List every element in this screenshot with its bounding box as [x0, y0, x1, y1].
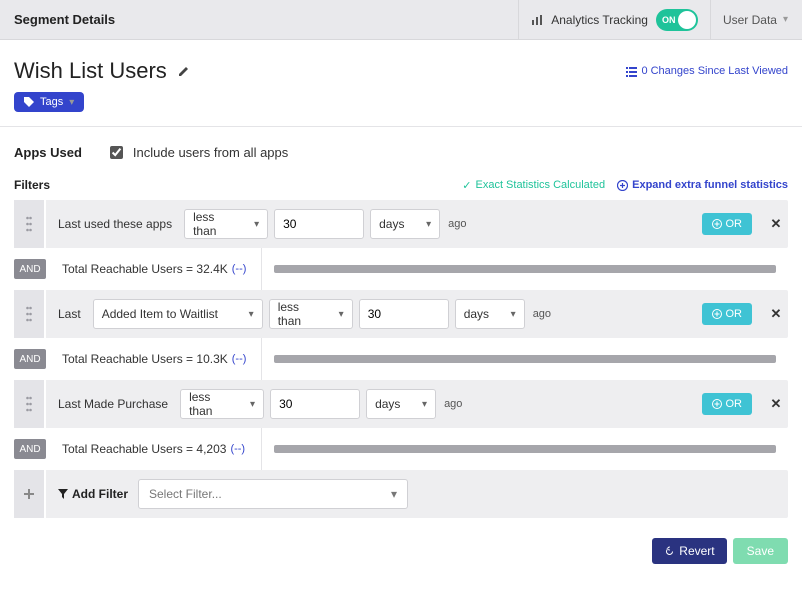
plus-circle-icon: [712, 219, 722, 229]
caret-down-icon: ▾: [391, 487, 397, 501]
caret-down-icon: ▾: [426, 219, 431, 230]
value-input-field[interactable]: [279, 397, 351, 411]
list-icon: [626, 66, 637, 77]
include-all-apps-label: Include users from all apps: [133, 145, 288, 160]
filter-label: Last Made Purchase: [58, 397, 168, 411]
caret-down-icon: ▾: [339, 309, 344, 320]
filter-label: Last: [58, 307, 81, 321]
ago-label: ago: [533, 308, 551, 320]
analytics-label: Analytics Tracking: [551, 13, 648, 27]
and-badge: AND: [14, 259, 46, 279]
value-input[interactable]: [270, 389, 360, 419]
caret-down-icon: ▾: [254, 219, 259, 230]
caret-down-icon: ▾: [250, 399, 255, 410]
result-detail-link[interactable]: (--): [232, 353, 247, 365]
add-filter-icon[interactable]: [14, 470, 46, 518]
drag-handle[interactable]: [14, 290, 46, 338]
chart-bar-icon: [531, 14, 543, 26]
result-row: ANDTotal Reachable Users = 10.3K (--): [14, 338, 788, 380]
caret-down-icon: ▾: [249, 309, 254, 320]
remove-filter-button[interactable]: ✕: [764, 216, 788, 232]
unit-select[interactable]: days▾: [366, 389, 436, 419]
filter-label: Last used these apps: [58, 217, 172, 231]
unit-select[interactable]: days▾: [455, 299, 525, 329]
caret-down-icon: ▾: [422, 399, 427, 410]
drag-handle[interactable]: [14, 200, 46, 248]
filter-row: Last Added Item to Waitlist▾less than▾ day…: [14, 290, 788, 338]
plus-circle-icon: [712, 399, 722, 409]
reach-bar: [262, 355, 788, 363]
segment-title: Wish List Users: [14, 58, 167, 84]
or-button[interactable]: OR: [702, 393, 753, 415]
and-badge: AND: [14, 349, 46, 369]
tags-button[interactable]: Tags ▾: [14, 92, 84, 112]
plus-circle-icon: [617, 180, 628, 191]
remove-filter-button[interactable]: ✕: [764, 396, 788, 412]
filter-body: Last used these apps less than▾ days▾ ago OR: [46, 209, 764, 239]
filters-label: Filters: [14, 178, 462, 192]
and-badge: AND: [14, 439, 46, 459]
apps-used-label: Apps Used: [14, 145, 82, 160]
add-filter-row: Add Filter Select Filter...▾: [14, 470, 788, 518]
value-input-field[interactable]: [368, 307, 440, 321]
filter-body: Last Added Item to Waitlist▾less than▾ day…: [46, 299, 764, 329]
value-input[interactable]: [359, 299, 449, 329]
operator-select[interactable]: less than▾: [184, 209, 268, 239]
result-row: ANDTotal Reachable Users = 32.4K (--): [14, 248, 788, 290]
result-row: ANDTotal Reachable Users = 4,203 (--): [14, 428, 788, 470]
check-icon: ✓: [462, 179, 471, 192]
analytics-toggle[interactable]: ON: [656, 9, 698, 31]
operator-select[interactable]: less than▾: [269, 299, 353, 329]
tag-icon: [24, 97, 34, 107]
expand-funnel-link[interactable]: Expand extra funnel statistics: [617, 179, 788, 191]
remove-filter-button[interactable]: ✕: [764, 306, 788, 322]
page-section-title: Segment Details: [14, 12, 506, 27]
ago-label: ago: [448, 218, 466, 230]
chevron-down-icon: ▾: [783, 14, 788, 25]
caret-down-icon: ▾: [511, 309, 516, 320]
filter-row: Last Made Purchase less than▾ days▾ ago OR ✕: [14, 380, 788, 428]
reachable-users-text: Total Reachable Users = 10.3K (--): [50, 338, 262, 380]
operator-select[interactable]: less than▾: [180, 389, 264, 419]
result-detail-link[interactable]: (--): [232, 263, 247, 275]
value-input-field[interactable]: [283, 217, 355, 231]
add-filter-body: Add Filter Select Filter...▾: [46, 479, 788, 509]
funnel-icon: [58, 489, 68, 499]
or-button[interactable]: OR: [702, 303, 753, 325]
reachable-users-text: Total Reachable Users = 4,203 (--): [50, 428, 262, 470]
include-all-apps-checkbox[interactable]: [110, 146, 123, 159]
revert-button[interactable]: Revert: [652, 538, 726, 564]
stats-status: ✓ Exact Statistics Calculated: [462, 179, 605, 192]
save-button[interactable]: Save: [733, 538, 788, 564]
edit-icon[interactable]: [177, 64, 191, 78]
unit-select[interactable]: days▾: [370, 209, 440, 239]
plus-circle-icon: [712, 309, 722, 319]
drag-handle[interactable]: [14, 380, 46, 428]
filter-body: Last Made Purchase less than▾ days▾ ago OR: [46, 389, 764, 419]
changes-since-viewed[interactable]: 0 Changes Since Last Viewed: [626, 65, 788, 77]
undo-icon: [664, 546, 675, 557]
add-filter-select[interactable]: Select Filter...▾: [138, 479, 408, 509]
analytics-tracking: Analytics Tracking ON: [531, 9, 698, 31]
caret-down-icon: ▾: [69, 97, 74, 108]
filter-row: Last used these apps less than▾ days▾ ago OR…: [14, 200, 788, 248]
value-input[interactable]: [274, 209, 364, 239]
result-detail-link[interactable]: (--): [230, 443, 245, 455]
event-select[interactable]: Added Item to Waitlist▾: [93, 299, 263, 329]
add-filter-label: Add Filter: [58, 487, 128, 501]
reach-bar: [262, 265, 788, 273]
user-data-dropdown[interactable]: User Data ▾: [723, 13, 788, 27]
or-button[interactable]: OR: [702, 213, 753, 235]
reach-bar: [262, 445, 788, 453]
reachable-users-text: Total Reachable Users = 32.4K (--): [50, 248, 262, 290]
ago-label: ago: [444, 398, 462, 410]
